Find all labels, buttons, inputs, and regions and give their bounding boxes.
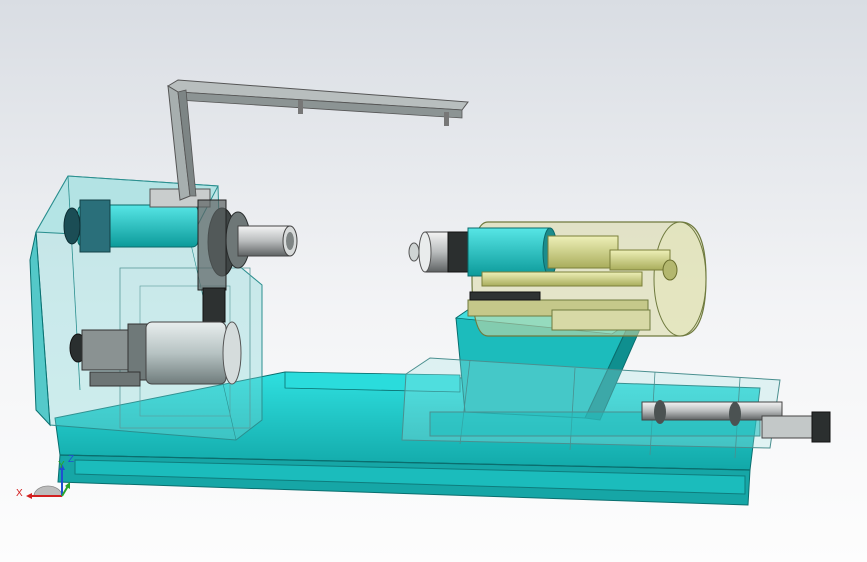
lathe-assembly-model[interactable]: [0, 0, 867, 562]
x-axis-label: X: [16, 488, 23, 499]
y-axis-label: Y: [58, 460, 65, 471]
cad-viewport[interactable]: X Z Y: [0, 0, 867, 562]
main-drive-motor: [69, 321, 242, 387]
z-axis-label: Z: [68, 454, 75, 465]
overhead-arm: [167, 79, 469, 201]
coordinate-triad: X Z Y: [14, 452, 84, 512]
